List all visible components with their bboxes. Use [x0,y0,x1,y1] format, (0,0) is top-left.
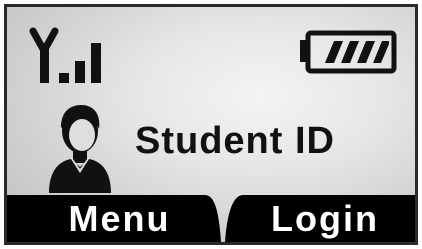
battery-icon [300,30,397,74]
login-softkey[interactable]: Login [235,195,415,242]
menu-softkey[interactable]: Menu [37,195,202,242]
screen-title: Student ID [135,120,335,162]
status-bar [7,7,415,87]
device-screen: Student ID Menu Login [4,4,418,245]
user-avatar-icon [49,105,111,193]
signal-strength-icon [29,27,101,83]
softkey-bar: Menu Login [7,195,415,242]
id-row: Student ID [7,93,415,195]
